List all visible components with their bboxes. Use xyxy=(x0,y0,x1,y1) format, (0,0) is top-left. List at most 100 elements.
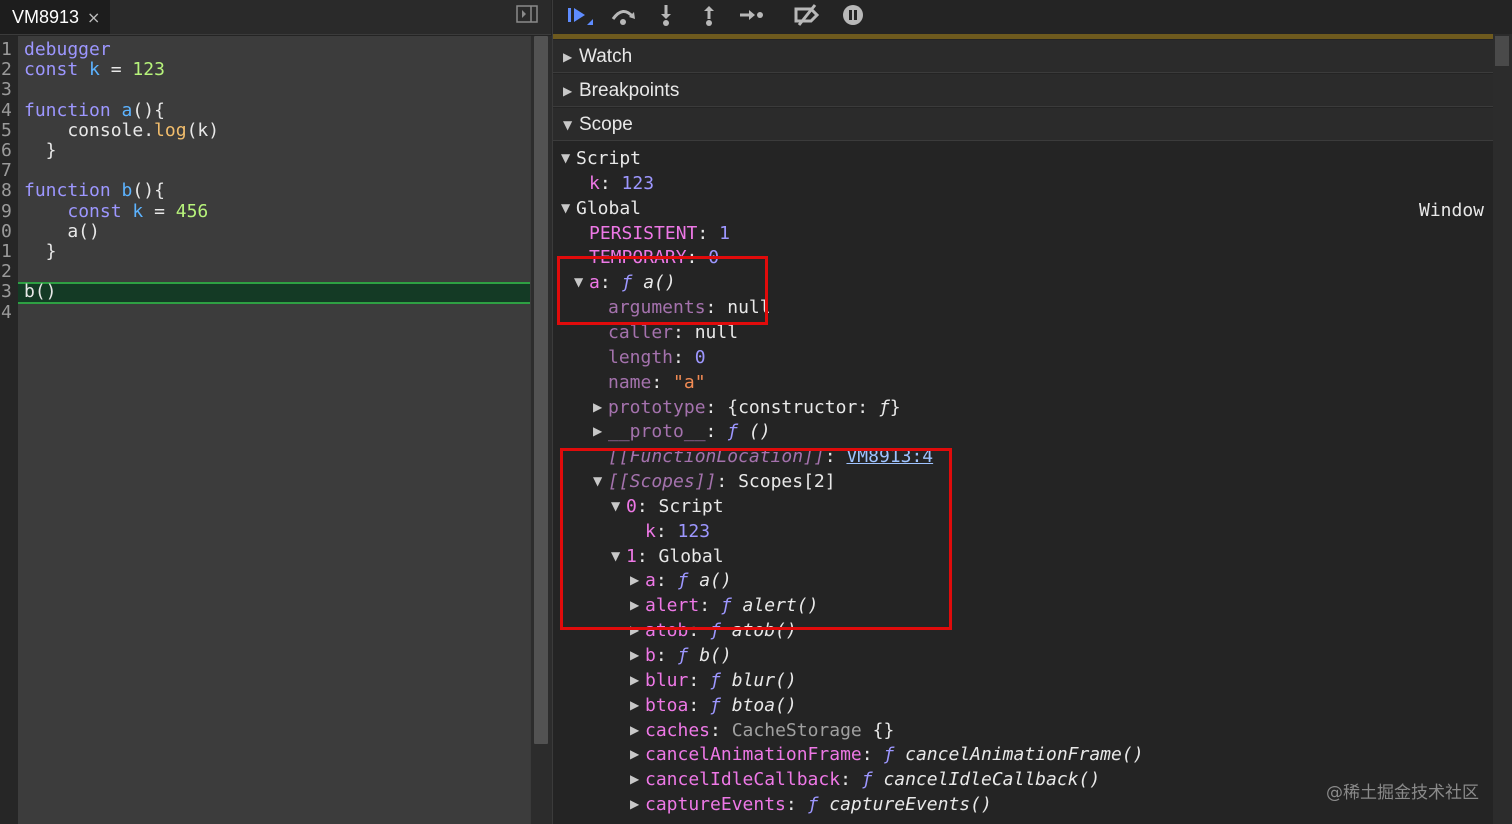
scope-token: captureEvents() xyxy=(818,794,992,816)
code-line[interactable]: const k = 123 xyxy=(24,60,165,80)
line-number[interactable]: 1 xyxy=(0,242,15,262)
pause-on-exceptions-icon[interactable] xyxy=(839,3,867,27)
scope-token: {} xyxy=(861,719,895,741)
code-line[interactable]: } xyxy=(24,242,57,262)
code-line[interactable]: a() xyxy=(24,221,100,242)
scope-token: : xyxy=(697,222,720,244)
line-number[interactable]: 2 xyxy=(0,60,15,80)
scope-token: name xyxy=(608,371,652,393)
collapsed-arrow-icon: ▶ xyxy=(563,84,573,98)
scope-row[interactable]: ▶ __proto__: ƒ () xyxy=(593,420,771,444)
toggle-debugger-sidebar-icon[interactable] xyxy=(516,5,538,23)
scope-row[interactable]: ▶ cancelAnimationFrame: ƒ cancelAnimation… xyxy=(630,743,1144,767)
scope-token: : xyxy=(705,421,728,443)
code-editor[interactable] xyxy=(18,36,530,824)
current-execution-line xyxy=(18,282,530,304)
line-number[interactable]: 9 xyxy=(0,201,15,222)
step-out-icon[interactable] xyxy=(696,3,724,27)
watermark: @稀土掘金技术社区 xyxy=(1326,783,1479,803)
code-token: } xyxy=(24,140,57,161)
scope-token: } xyxy=(889,396,901,418)
code-token: } xyxy=(24,241,57,262)
code-line[interactable]: function a(){ xyxy=(24,99,165,121)
scope-token: caches xyxy=(645,719,711,741)
scope-section-header[interactable]: ▼ Scope xyxy=(553,108,1493,141)
line-number[interactable]: 3 xyxy=(0,80,15,100)
highlight-box-function-a xyxy=(557,256,768,325)
expanded-arrow-icon[interactable]: ▼ xyxy=(561,146,576,170)
code-token: k xyxy=(89,59,100,81)
scope-token: : xyxy=(861,744,884,766)
line-number[interactable]: 2 xyxy=(0,262,15,282)
scope-row[interactable]: ▶ cancelIdleCallback: ƒ cancelIdleCallbac… xyxy=(630,768,1100,792)
line-number[interactable]: 8 xyxy=(0,181,15,201)
code-line[interactable]: const k = 456 xyxy=(24,200,208,222)
step-icon[interactable] xyxy=(738,3,766,27)
scope-token: blur xyxy=(645,669,689,691)
scrollbar-thumb[interactable] xyxy=(534,36,548,744)
code-line[interactable]: console.log(k) xyxy=(24,119,220,141)
scope-token: : xyxy=(673,321,695,343)
expanded-arrow-icon[interactable]: ▼ xyxy=(561,196,576,220)
code-token: (k) xyxy=(186,119,220,141)
scope-row[interactable]: ▶ caches: CacheStorage {} xyxy=(630,719,894,743)
tab-title: VM8913 xyxy=(12,6,80,27)
sidebar-scrollbar[interactable] xyxy=(1493,34,1512,824)
editor-scrollbar[interactable] xyxy=(530,36,552,824)
scope-row[interactable]: ▼ Script xyxy=(561,147,641,171)
scrollbar-thumb[interactable] xyxy=(1495,36,1509,66)
collapsed-arrow-icon[interactable]: ▶ xyxy=(630,643,645,667)
scope-row[interactable]: ▶ b: ƒ b() xyxy=(630,644,732,668)
scope-token: Script xyxy=(576,148,642,169)
scope-row[interactable]: ▶ blur: ƒ blur() xyxy=(630,669,797,693)
line-number[interactable]: 0 xyxy=(0,221,15,242)
section-label: Scope xyxy=(579,114,633,135)
line-number[interactable]: 6 xyxy=(0,141,15,161)
scope-row[interactable]: ▼ Global xyxy=(561,197,641,221)
scope-token: prototype xyxy=(608,396,706,418)
resume-icon[interactable] xyxy=(565,3,593,27)
scope-row[interactable]: ▶ prototype: {constructor: ƒ} xyxy=(593,396,901,420)
code-line[interactable]: function b(){ xyxy=(24,181,165,201)
collapsed-arrow-icon[interactable]: ▶ xyxy=(630,718,645,742)
code-line[interactable]: debugger xyxy=(24,40,111,60)
deactivate-breakpoints-icon[interactable] xyxy=(793,3,821,27)
scope-token: __proto__ xyxy=(608,421,706,443)
collapsed-arrow-icon[interactable]: ▶ xyxy=(630,767,645,791)
line-number[interactable]: 4 xyxy=(0,100,15,121)
line-number[interactable]: 4 xyxy=(0,302,15,323)
collapsed-arrow-icon[interactable]: ▶ xyxy=(630,792,645,816)
collapsed-arrow-icon[interactable]: ▶ xyxy=(630,742,645,766)
paused-indicator-bar xyxy=(553,34,1493,39)
step-over-icon[interactable] xyxy=(609,3,637,27)
collapsed-arrow-icon[interactable]: ▶ xyxy=(630,668,645,692)
scope-token: caller xyxy=(608,321,674,343)
line-number[interactable]: 1 xyxy=(0,40,15,60)
code-line[interactable]: b() xyxy=(24,282,57,302)
scope-token: Global xyxy=(576,197,642,219)
collapsed-arrow-icon[interactable]: ▶ xyxy=(630,693,645,717)
watch-section-header[interactable]: ▶ Watch xyxy=(553,40,1493,73)
code-token: a xyxy=(121,99,133,121)
scope-token: CacheStorage xyxy=(731,719,862,741)
collapsed-arrow-icon[interactable]: ▶ xyxy=(593,395,608,419)
scope-row[interactable]: ▶ btoa: ƒ btoa() xyxy=(630,694,797,718)
line-number[interactable]: 3 xyxy=(0,282,15,302)
scope-token: cancelIdleCallback() xyxy=(872,769,1101,791)
collapsed-arrow-icon[interactable]: ▶ xyxy=(593,419,608,443)
step-into-icon[interactable] xyxy=(653,3,681,27)
code-token: k xyxy=(132,200,144,222)
line-number[interactable]: 5 xyxy=(0,120,15,141)
scope-token: ƒ xyxy=(883,744,895,766)
scope-row[interactable]: ▶ captureEvents: ƒ captureEvents() xyxy=(630,793,992,817)
close-icon[interactable]: × xyxy=(87,8,100,27)
section-label: Breakpoints xyxy=(579,80,680,101)
code-token: function xyxy=(24,99,111,121)
breakpoints-section-header[interactable]: ▶ Breakpoints xyxy=(553,74,1493,107)
line-number[interactable]: 7 xyxy=(0,161,15,181)
tab-vm8913[interactable]: VM8913 × xyxy=(0,0,110,34)
scope-token: b xyxy=(645,645,656,666)
code-line[interactable]: } xyxy=(24,141,57,161)
